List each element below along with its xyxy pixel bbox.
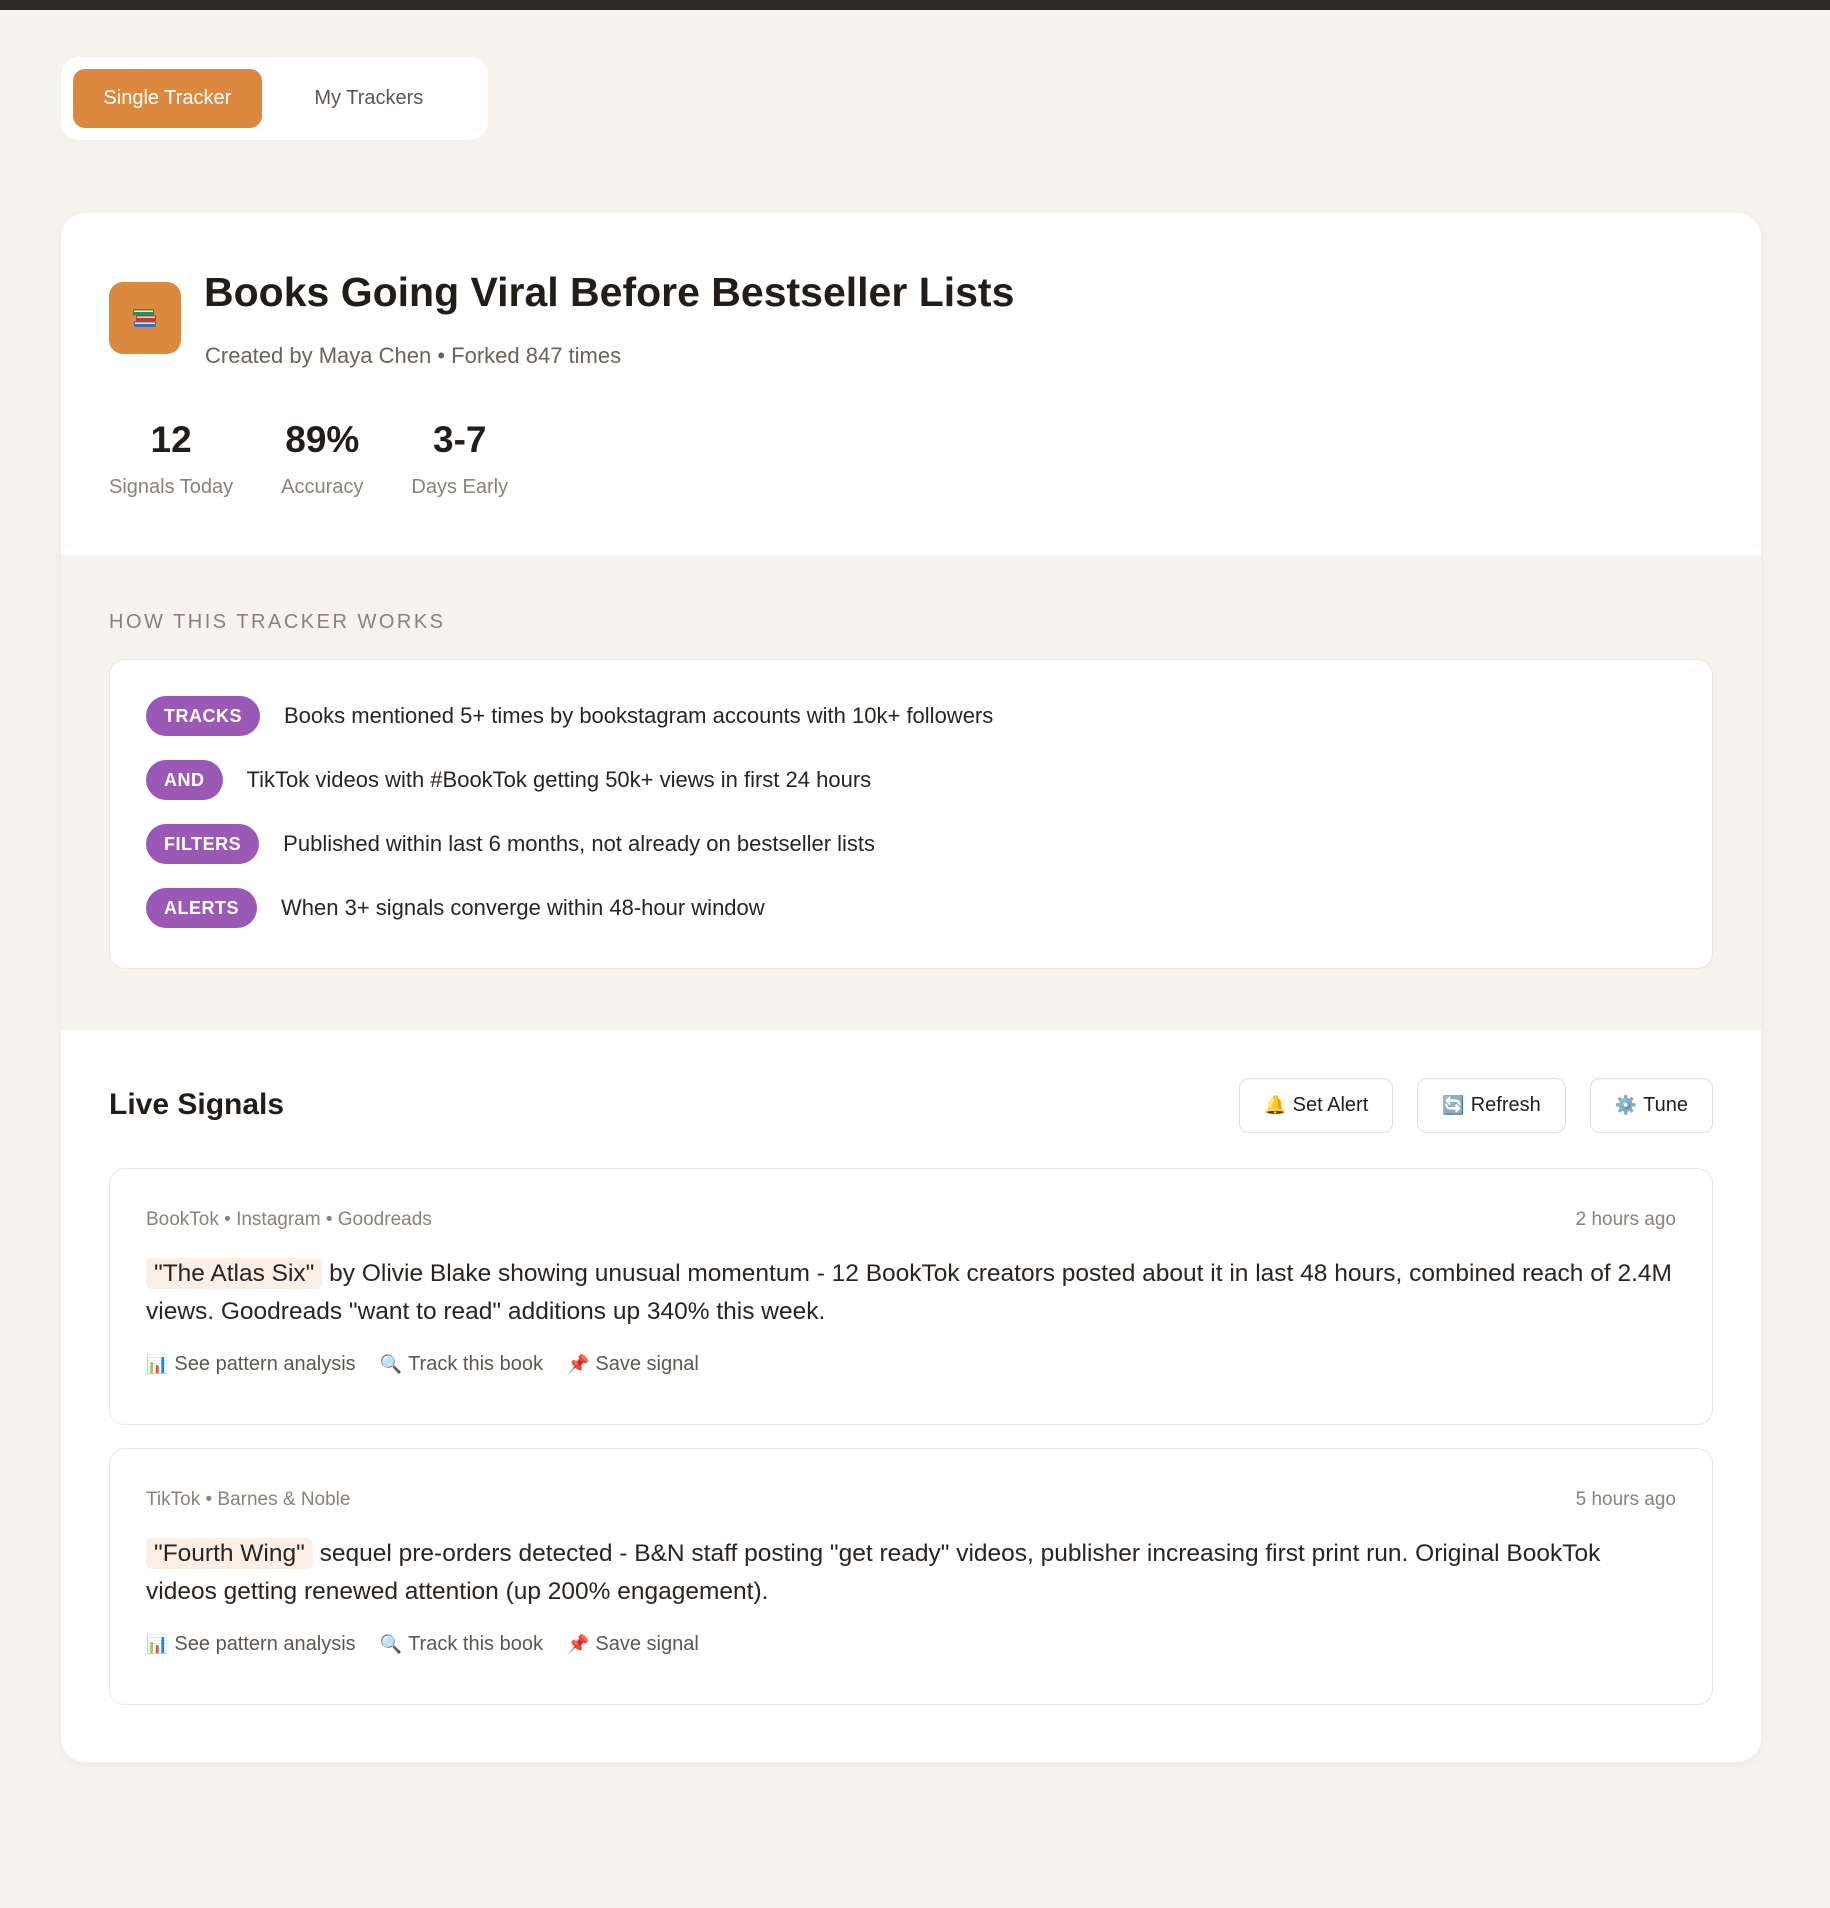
stat-value: 12 (150, 419, 192, 460)
stat-accuracy: 89% Accuracy (281, 418, 363, 499)
rule-row: AND TikTok videos with #BookTok getting … (146, 760, 1676, 800)
refresh-icon: 🔄 (1442, 1095, 1465, 1115)
rule-text: TikTok videos with #BookTok getting 50k+… (246, 767, 872, 792)
bell-icon: 🔔 (1264, 1095, 1287, 1115)
rule-text: Books mentioned 5+ times by bookstagram … (284, 703, 994, 728)
tune-button[interactable]: ⚙️ Tune (1589, 1078, 1713, 1133)
signal-links: 📊 See pattern analysis 🔍 Track this book… (146, 1633, 1676, 1656)
signal-body: "Fourth Wing" sequel pre-orders detected… (146, 1535, 1676, 1611)
link-label: Track this book (408, 1353, 543, 1375)
chart-icon: 📊 (146, 1634, 169, 1654)
button-label: Tune (1643, 1094, 1688, 1116)
tracker-card: Books Going Viral Before Bestseller List… (61, 213, 1761, 1762)
signal-meta: BookTok • Instagram • Goodreads 2 hours … (146, 1209, 1676, 1231)
button-label: Refresh (1470, 1094, 1541, 1116)
rule-row: FILTERS Published within last 6 months, … (146, 824, 1676, 864)
tracker-subtitle: Created by Maya Chen • Forked 847 times (205, 343, 622, 368)
save-signal-link[interactable]: 📌 Save signal (567, 1633, 699, 1656)
tracker-header: Books Going Viral Before Bestseller List… (61, 213, 1761, 555)
see-pattern-analysis-link[interactable]: 📊 See pattern analysis (146, 1353, 356, 1376)
signal-links: 📊 See pattern analysis 🔍 Track this book… (146, 1353, 1676, 1376)
link-label: See pattern analysis (174, 1353, 356, 1375)
stat-days-early: 3-7 Days Early (411, 418, 508, 499)
signal-text: sequel pre-orders detected - B&N staff p… (146, 1540, 1601, 1605)
pin-icon: 📌 (566, 1354, 590, 1374)
link-label: Save signal (595, 1633, 699, 1655)
rule-text: When 3+ signals converge within 48-hour … (281, 895, 765, 920)
button-label: Set Alert (1292, 1094, 1369, 1116)
refresh-button[interactable]: 🔄 Refresh (1417, 1078, 1566, 1133)
pin-icon: 📌 (566, 1634, 590, 1654)
tab-single-tracker[interactable]: Single Tracker (73, 69, 262, 128)
signal-meta: TikTok • Barnes & Noble 5 hours ago (146, 1489, 1676, 1511)
magnifier-icon: 🔍 (379, 1354, 403, 1374)
signal-sources: BookTok • Instagram • Goodreads (146, 1209, 432, 1230)
rule-tag: AND (146, 760, 223, 800)
gear-icon: ⚙️ (1614, 1095, 1638, 1115)
stat-signals-today: 12 Signals Today (109, 418, 233, 499)
signal-time: 5 hours ago (1575, 1489, 1676, 1510)
signal-sources: TikTok • Barnes & Noble (146, 1489, 351, 1510)
set-alert-button[interactable]: 🔔 Set Alert (1239, 1078, 1394, 1133)
signal-time: 2 hours ago (1575, 1209, 1676, 1230)
track-this-book-link[interactable]: 🔍 Track this book (380, 1353, 543, 1376)
rule-row: ALERTS When 3+ signals converge within 4… (146, 888, 1676, 928)
rule-tag: TRACKS (146, 696, 260, 736)
section-heading: HOW THIS TRACKER WORKS (109, 611, 446, 633)
save-signal-link[interactable]: 📌 Save signal (567, 1353, 699, 1376)
stat-label: Signals Today (109, 476, 234, 498)
signal-card: BookTok • Instagram • Goodreads 2 hours … (109, 1168, 1713, 1425)
signal-card: TikTok • Barnes & Noble 5 hours ago "Fou… (109, 1448, 1713, 1705)
link-label: Save signal (595, 1353, 699, 1375)
link-label: See pattern analysis (174, 1633, 356, 1655)
section-title: Live Signals (109, 1088, 285, 1121)
book-title: "The Atlas Six" (146, 1258, 323, 1289)
stat-value: 3-7 (433, 419, 487, 460)
see-pattern-analysis-link[interactable]: 📊 See pattern analysis (146, 1633, 356, 1656)
page-title: Books Going Viral Before Bestseller List… (204, 269, 1015, 315)
stat-label: Days Early (411, 476, 509, 498)
how-it-works-section: HOW THIS TRACKER WORKS TRACKS Books ment… (61, 555, 1761, 1030)
live-signals-section: Live Signals 🔔 Set Alert 🔄 Refresh ⚙️ Tu… (61, 1030, 1761, 1762)
books-icon (109, 282, 181, 354)
tab-my-trackers[interactable]: My Trackers (262, 69, 476, 128)
rule-tag: FILTERS (146, 824, 260, 864)
rule-row: TRACKS Books mentioned 5+ times by books… (146, 696, 1676, 736)
stat-label: Accuracy (281, 476, 364, 498)
top-bar (0, 0, 1830, 10)
stats-row: 12 Signals Today 89% Accuracy 3-7 Days E… (109, 418, 508, 499)
book-title: "Fourth Wing" (146, 1538, 313, 1569)
rule-tag: ALERTS (146, 888, 257, 928)
rule-text: Published within last 6 months, not alre… (283, 831, 876, 856)
signal-body: "The Atlas Six" by Olivie Blake showing … (146, 1255, 1676, 1331)
tracker-tabs: Single Tracker My Trackers (61, 57, 488, 140)
rules-box: TRACKS Books mentioned 5+ times by books… (109, 659, 1713, 969)
chart-icon: 📊 (146, 1354, 169, 1374)
magnifier-icon: 🔍 (379, 1634, 403, 1654)
stat-value: 89% (285, 419, 360, 460)
signal-text: by Olivie Blake showing unusual momentum… (146, 1260, 1672, 1325)
link-label: Track this book (408, 1633, 543, 1655)
signal-actions: 🔔 Set Alert 🔄 Refresh ⚙️ Tune (1239, 1078, 1713, 1133)
track-this-book-link[interactable]: 🔍 Track this book (380, 1633, 543, 1656)
